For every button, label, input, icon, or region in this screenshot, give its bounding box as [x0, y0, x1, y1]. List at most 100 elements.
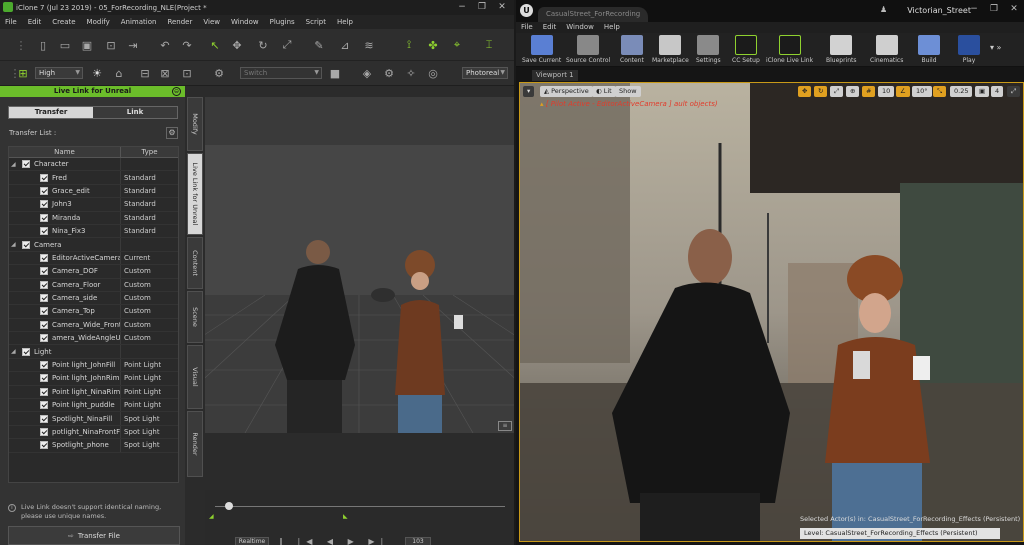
checkbox[interactable]: [40, 213, 48, 222]
link-icon[interactable]: ✤: [426, 38, 440, 52]
column-name-header[interactable]: Name: [9, 147, 121, 157]
user-icon[interactable]: ♟: [880, 5, 887, 14]
ue-menu-window[interactable]: Window: [561, 22, 599, 33]
unreal-viewport[interactable]: ▾ ◭ Perspective ◐ Lit Show ✥ ↻ ⤢ ⊕ # 10 …: [519, 82, 1024, 542]
range-start-marker[interactable]: ◢: [209, 513, 214, 520]
rotate-icon[interactable]: ↻: [814, 86, 828, 97]
tab-transfer[interactable]: Transfer: [9, 107, 93, 118]
play-options-icon[interactable]: ▾ »: [990, 43, 1001, 52]
tree-group-row[interactable]: ◢ Light: [9, 345, 178, 359]
render-settings-icon[interactable]: ⚙: [382, 66, 396, 80]
checkbox[interactable]: [22, 160, 30, 169]
save-current-button[interactable]: Save Current: [522, 35, 561, 64]
side-tab-live-link[interactable]: Live Link for Unreal: [187, 153, 203, 235]
ue-menu-help[interactable]: Help: [599, 22, 625, 33]
checkbox[interactable]: [40, 334, 48, 343]
checkbox[interactable]: [40, 414, 48, 423]
tree-item-row[interactable]: Camera_Top Custom: [9, 305, 178, 319]
checkbox[interactable]: [40, 361, 48, 370]
tree-item-row[interactable]: amera_WideAngleUp Custom: [9, 332, 178, 346]
lit-button[interactable]: ◐ Lit: [592, 86, 616, 97]
tree-item-row[interactable]: Nina_Fix3 Standard: [9, 224, 178, 239]
menu-create[interactable]: Create: [47, 15, 81, 29]
paint-tool-icon[interactable]: ✎: [312, 38, 326, 52]
cinematics-button[interactable]: Cinematics: [870, 35, 903, 64]
menu-script[interactable]: Script: [301, 15, 332, 29]
tree-item-row[interactable]: Point light_puddle Point Light: [9, 399, 178, 413]
expand-arrow-icon[interactable]: ◢: [11, 161, 19, 168]
tree-item-row[interactable]: Grace_edit Standard: [9, 184, 178, 199]
grid-snap-value[interactable]: 10: [878, 86, 895, 97]
menu-view[interactable]: View: [198, 15, 226, 29]
menu-window[interactable]: Window: [226, 15, 265, 29]
import-icon[interactable]: ⊡: [104, 38, 118, 52]
rotate-tool-icon[interactable]: ↻: [256, 38, 270, 52]
render-mode-dropdown[interactable]: Photoreal ▼: [462, 67, 508, 79]
checkbox[interactable]: [40, 387, 48, 396]
blueprints-button[interactable]: Blueprints: [826, 35, 857, 64]
save-icon[interactable]: ▣: [80, 38, 94, 52]
expand-arrow-icon[interactable]: ◢: [11, 348, 19, 355]
minimize-button[interactable]: −: [452, 0, 472, 15]
cc-setup-button[interactable]: CC Setup: [732, 35, 760, 64]
side-tab-visual[interactable]: Visual: [187, 345, 203, 409]
checkbox[interactable]: [40, 200, 48, 209]
checkbox[interactable]: [40, 428, 48, 436]
side-tab-modify[interactable]: Modify: [187, 97, 203, 151]
marketplace-button[interactable]: Marketplace: [652, 35, 689, 64]
scale-icon[interactable]: ⤢: [830, 86, 844, 97]
shadow-icon[interactable]: ◎: [426, 66, 440, 80]
tree-item-row[interactable]: EditorActiveCamera Current: [9, 251, 178, 266]
side-tab-scene[interactable]: Scene: [187, 291, 203, 343]
checkbox[interactable]: [40, 441, 48, 450]
camera-speed-icon[interactable]: ▣: [975, 86, 990, 97]
camera-switch-icon[interactable]: ⚙: [212, 66, 226, 80]
iclone-viewport[interactable]: ≡: [205, 145, 514, 433]
tree-item-row[interactable]: potlight_NinaFrontFill Spot Light: [9, 425, 178, 440]
source-control-button[interactable]: Source Control: [566, 35, 610, 64]
viewport-tab[interactable]: Viewport 1: [532, 70, 578, 81]
menu-help[interactable]: Help: [332, 15, 359, 29]
timeline-scrubber[interactable]: [225, 502, 233, 510]
grid-snap-icon[interactable]: #: [862, 86, 876, 97]
tree-item-row[interactable]: Camera_DOF Custom: [9, 265, 178, 279]
home-camera-icon[interactable]: ⌂: [112, 66, 126, 80]
viewport-options-icon[interactable]: ▾: [523, 86, 535, 97]
side-tab-render[interactable]: Render: [187, 411, 203, 477]
tree-group-row[interactable]: ◢ Character: [9, 158, 178, 172]
expand-arrow-icon[interactable]: ◢: [11, 241, 19, 248]
tree-item-row[interactable]: Point light_JohnFill Point Light: [9, 358, 178, 373]
lighting-icon[interactable]: ✧: [404, 66, 418, 80]
checkbox[interactable]: [40, 186, 48, 195]
camera-switch-field[interactable]: Switch ▼: [240, 67, 322, 79]
maximize-viewport-icon[interactable]: ⤢: [1007, 86, 1021, 97]
viewport-settings-icon[interactable]: ⊞: [16, 66, 30, 80]
video-camera-icon[interactable]: ■: [328, 66, 342, 80]
checkbox[interactable]: [40, 401, 48, 410]
ue-menu-file[interactable]: File: [516, 22, 538, 33]
playback-controls[interactable]: ∥ |◀ ◀ ▶ ▶|: [279, 537, 389, 545]
open-folder-icon[interactable]: ▭: [58, 38, 72, 52]
build-button[interactable]: Build: [918, 35, 940, 64]
checkbox[interactable]: [40, 253, 48, 262]
show-button[interactable]: Show: [615, 86, 641, 97]
frame-field[interactable]: 103: [405, 537, 431, 545]
pick-parent-icon[interactable]: ⟟: [402, 38, 416, 52]
menu-render[interactable]: Render: [162, 15, 198, 29]
ue-menu-edit[interactable]: Edit: [538, 22, 562, 33]
tab-link[interactable]: Link: [93, 107, 177, 118]
new-file-icon[interactable]: ▯: [36, 38, 50, 52]
viewport-menu-icon[interactable]: ≡: [498, 421, 512, 431]
transfer-file-button[interactable]: ⇨ Transfer File: [8, 526, 180, 545]
undo-icon[interactable]: ↶: [158, 38, 172, 52]
tree-item-row[interactable]: John3 Standard: [9, 198, 178, 212]
checkbox[interactable]: [40, 267, 48, 276]
iclone-live-link-button[interactable]: iClone Live Link: [766, 35, 813, 64]
realtime-dropdown[interactable]: Realtime: [235, 537, 269, 545]
column-type-header[interactable]: Type: [121, 147, 178, 157]
sun-light-icon[interactable]: ☀: [90, 66, 104, 80]
checkbox[interactable]: [22, 240, 30, 249]
settings-button[interactable]: Settings: [696, 35, 721, 64]
play-button[interactable]: Play: [958, 35, 980, 64]
scale-snap-value[interactable]: 0.25: [950, 86, 973, 97]
